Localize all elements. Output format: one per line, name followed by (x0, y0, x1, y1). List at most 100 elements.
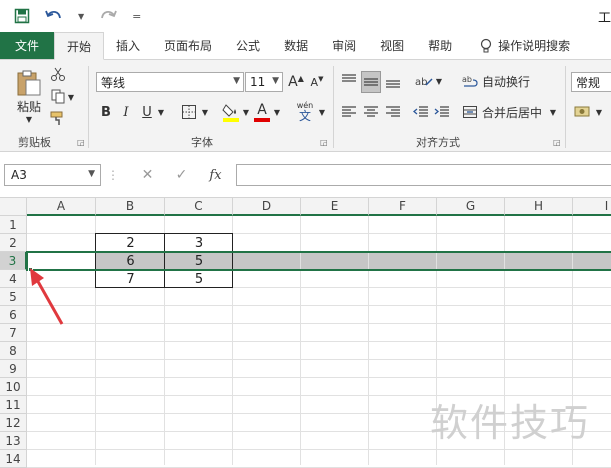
font-color-icon[interactable]: A (254, 101, 270, 123)
customize-qat-icon[interactable]: = (132, 10, 141, 23)
cut-icon[interactable] (50, 66, 66, 82)
phonetic-glyph: 文 (298, 109, 311, 123)
align-middle-icon[interactable] (361, 71, 381, 93)
wrap-text-label: 自动换行 (482, 74, 531, 89)
formula-input[interactable] (236, 164, 611, 186)
underline-dropdown-icon[interactable]: ▼ (156, 107, 166, 117)
redo-icon[interactable] (98, 8, 118, 24)
confirm-entry-icon[interactable]: ✓ (165, 164, 198, 186)
column-header-f[interactable]: F (369, 198, 437, 216)
phonetic-guide-button[interactable]: wén 文 (293, 100, 317, 124)
merge-dropdown-icon[interactable]: ▼ (548, 107, 558, 117)
bold-button[interactable]: B (98, 102, 114, 122)
row-header-2[interactable]: 2 (0, 234, 27, 252)
column-header-g[interactable]: G (437, 198, 505, 216)
ribbon-tabs: 文件 开始 插入 页面布局 公式 数据 审阅 视图 帮助 操作说明搜索 (0, 32, 611, 60)
shrink-font-glyph: A (310, 75, 319, 89)
fill-color-icon[interactable] (222, 101, 240, 123)
group-separator (88, 66, 89, 148)
orientation-dropdown-icon[interactable]: ▼ (434, 76, 444, 86)
number-format-dropdown[interactable]: 常规 (571, 72, 611, 92)
font-name-value: 等线 (101, 75, 126, 90)
row-header-9[interactable]: 9 (0, 360, 27, 378)
copy-icon[interactable] (50, 88, 66, 104)
chevron-down-icon: ▼ (88, 169, 95, 179)
insert-function-button[interactable]: fx (199, 164, 232, 186)
shrink-font-button[interactable]: A ▼ (308, 72, 326, 92)
wrap-text-button[interactable]: ab 自动换行 (462, 70, 534, 92)
tab-view[interactable]: 视图 (368, 32, 416, 59)
tab-home[interactable]: 开始 (54, 32, 105, 60)
paste-dropdown-icon[interactable]: ▼ (22, 114, 36, 124)
name-box[interactable]: A3 ▼ (4, 164, 101, 186)
column-header-a[interactable]: A (27, 198, 96, 216)
align-top-icon[interactable] (340, 71, 358, 91)
row-header-14[interactable]: 14 (0, 450, 27, 468)
accounting-dropdown-icon[interactable]: ▼ (594, 107, 604, 117)
svg-text:ab: ab (415, 77, 427, 88)
formula-bar-grip-icon[interactable]: ⋮ (106, 164, 120, 186)
orientation-icon[interactable]: ab (412, 70, 434, 92)
align-left-icon[interactable] (340, 102, 358, 122)
alignment-launcher-icon[interactable]: ◲ (553, 138, 561, 147)
tell-me-search[interactable]: 操作说明搜索 (464, 32, 582, 59)
font-name-dropdown[interactable]: 等线 ▼ (96, 72, 244, 92)
tab-formulas[interactable]: 公式 (224, 32, 272, 59)
borders-icon[interactable] (180, 103, 198, 121)
select-all-corner[interactable] (0, 198, 27, 216)
merge-center-icon (463, 106, 477, 118)
column-header-d[interactable]: D (233, 198, 301, 216)
undo-icon[interactable] (44, 8, 64, 24)
row-header-10[interactable]: 10 (0, 378, 27, 396)
tab-help[interactable]: 帮助 (416, 32, 464, 59)
merge-center-button[interactable]: 合并后居中 (462, 101, 548, 123)
table-border-inner (95, 269, 233, 270)
tab-review[interactable]: 审阅 (320, 32, 368, 59)
cancel-entry-icon[interactable]: ✕ (131, 164, 164, 186)
font-color-glyph: A (257, 101, 267, 118)
decrease-indent-icon[interactable] (412, 102, 430, 122)
align-bottom-icon[interactable] (384, 71, 402, 91)
column-header-b[interactable]: B (96, 198, 165, 216)
gridline-horizontal (27, 359, 611, 360)
row-header-12[interactable]: 12 (0, 414, 27, 432)
tab-data[interactable]: 数据 (272, 32, 320, 59)
italic-button[interactable]: I (118, 102, 134, 122)
gridline-horizontal (27, 377, 611, 378)
column-header-e[interactable]: E (301, 198, 369, 216)
tell-me-label: 操作说明搜索 (498, 39, 571, 53)
accounting-format-icon[interactable] (573, 102, 593, 122)
column-header-i[interactable]: I (573, 198, 611, 216)
row-header-11[interactable]: 11 (0, 396, 27, 414)
underline-button[interactable]: U (140, 102, 154, 122)
undo-dropdown-icon[interactable]: ▼ (78, 12, 84, 21)
column-header-c[interactable]: C (165, 198, 233, 216)
svg-text:ab: ab (462, 75, 472, 84)
ribbon-home: 粘贴 ▼ ▼ 剪贴板 ◲ 等线 ▼ 11 ▼ A ▲ A ▼ B I U ▼ ▼ ▼… (0, 60, 611, 152)
tab-insert[interactable]: 插入 (104, 32, 152, 59)
row-header-1[interactable]: 1 (0, 216, 27, 234)
align-right-icon[interactable] (384, 102, 402, 122)
align-center-icon[interactable] (362, 102, 380, 122)
tab-page-layout[interactable]: 页面布局 (152, 32, 224, 59)
font-launcher-icon[interactable]: ◲ (320, 138, 328, 147)
grow-font-button[interactable]: A ▲ (287, 72, 305, 92)
row-header-13[interactable]: 13 (0, 432, 27, 450)
paste-icon[interactable] (14, 68, 44, 98)
fill-color-dropdown-icon[interactable]: ▼ (241, 107, 251, 117)
tab-file[interactable]: 文件 (0, 32, 54, 59)
copy-dropdown-icon[interactable]: ▼ (66, 92, 76, 102)
font-group-label: 字体 (191, 136, 213, 149)
column-header-h[interactable]: H (505, 198, 573, 216)
borders-dropdown-icon[interactable]: ▼ (200, 107, 210, 117)
font-size-dropdown[interactable]: 11 ▼ (245, 72, 283, 92)
paste-button-label[interactable]: 粘贴 (12, 98, 46, 114)
font-color-dropdown-icon[interactable]: ▼ (272, 107, 282, 117)
chevron-down-icon: ▼ (272, 76, 279, 86)
number-format-value: 常规 (576, 75, 601, 90)
phonetic-dropdown-icon[interactable]: ▼ (317, 107, 327, 117)
clipboard-launcher-icon[interactable]: ◲ (77, 138, 85, 147)
format-painter-icon[interactable] (50, 110, 66, 126)
increase-indent-icon[interactable] (433, 102, 451, 122)
save-icon[interactable] (14, 8, 30, 24)
